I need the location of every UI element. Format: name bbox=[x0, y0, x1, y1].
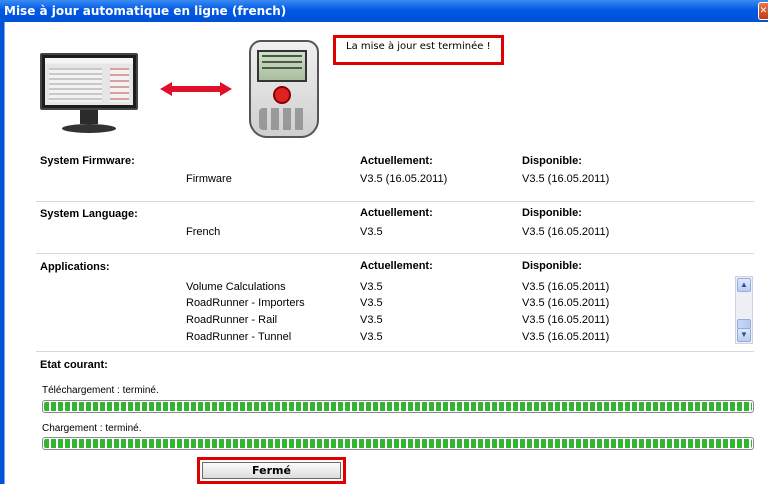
application-available-version: V3.5 (16.05.2011) bbox=[522, 297, 610, 309]
applications-section-label: Applications: bbox=[40, 261, 110, 273]
language-current-version: V3.5 bbox=[360, 226, 383, 238]
language-name: French bbox=[186, 226, 221, 238]
language-current-header: Actuellement: bbox=[360, 207, 433, 219]
current-state-label: Etat courant: bbox=[40, 359, 108, 371]
application-available-version: V3.5 (16.05.2011) bbox=[522, 281, 610, 293]
application-current-version: V3.5 bbox=[360, 314, 383, 326]
application-available-version: V3.5 (16.05.2011) bbox=[522, 331, 610, 343]
close-button-highlight: Fermé bbox=[197, 457, 346, 484]
application-available-version: V3.5 (16.05.2011) bbox=[522, 314, 610, 326]
firmware-available-header: Disponible: bbox=[522, 155, 582, 167]
firmware-current-version: V3.5 (16.05.2011) bbox=[360, 173, 448, 185]
window-titlebar: Mise à jour automatique en ligne (french… bbox=[0, 0, 768, 22]
monitor-icon bbox=[40, 53, 140, 133]
download-progress-fill bbox=[44, 402, 752, 411]
separator bbox=[36, 351, 754, 352]
applications-scrollbar[interactable]: ▲ ▼ bbox=[735, 276, 753, 344]
firmware-name: Firmware bbox=[186, 173, 232, 185]
language-section-label: System Language: bbox=[40, 208, 138, 220]
language-available-header: Disponible: bbox=[522, 207, 582, 219]
status-message: La mise à jour est terminée ! bbox=[333, 35, 504, 65]
language-available-version: V3.5 (16.05.2011) bbox=[522, 226, 610, 238]
chevron-down-icon: ▼ bbox=[740, 330, 748, 339]
upload-status-label: Chargement : terminé. bbox=[42, 423, 142, 434]
window-close-button[interactable]: ✕ bbox=[758, 2, 768, 20]
applications-available-header: Disponible: bbox=[522, 260, 582, 272]
application-current-version: V3.5 bbox=[360, 331, 383, 343]
firmware-section-label: System Firmware: bbox=[40, 155, 135, 167]
application-current-version: V3.5 bbox=[360, 281, 383, 293]
separator bbox=[36, 201, 754, 202]
application-name: RoadRunner - Importers bbox=[186, 297, 305, 309]
close-button[interactable]: Fermé bbox=[202, 462, 341, 479]
close-button-label: Fermé bbox=[252, 464, 291, 477]
close-icon: ✕ bbox=[759, 6, 768, 16]
window-left-border bbox=[0, 22, 5, 484]
applications-current-header: Actuellement: bbox=[360, 260, 433, 272]
status-message-text: La mise à jour est terminée ! bbox=[346, 41, 491, 52]
application-name: RoadRunner - Rail bbox=[186, 314, 278, 326]
application-name: Volume Calculations bbox=[186, 281, 286, 293]
scroll-down-button[interactable]: ▼ bbox=[737, 328, 751, 342]
upload-progress-fill bbox=[44, 439, 752, 448]
download-progress-bar bbox=[42, 400, 754, 413]
firmware-available-version: V3.5 (16.05.2011) bbox=[522, 173, 610, 185]
chevron-up-icon: ▲ bbox=[740, 280, 748, 289]
application-name: RoadRunner - Tunnel bbox=[186, 331, 292, 343]
controller-device-icon bbox=[249, 40, 319, 138]
upload-progress-bar bbox=[42, 437, 754, 450]
scroll-up-button[interactable]: ▲ bbox=[737, 278, 751, 292]
download-status-label: Téléchargement : terminé. bbox=[42, 385, 159, 396]
double-arrow-icon bbox=[160, 82, 232, 96]
application-current-version: V3.5 bbox=[360, 297, 383, 309]
separator bbox=[36, 253, 754, 254]
firmware-current-header: Actuellement: bbox=[360, 155, 433, 167]
window-title: Mise à jour automatique en ligne (french… bbox=[4, 4, 287, 18]
